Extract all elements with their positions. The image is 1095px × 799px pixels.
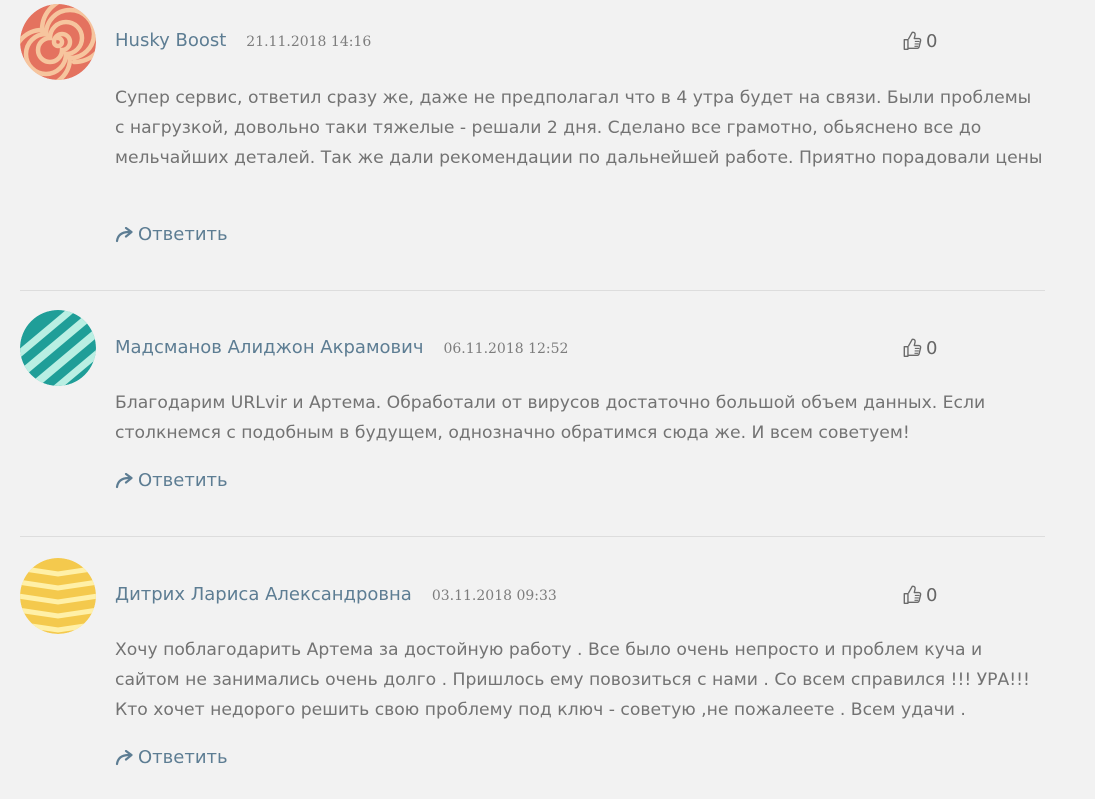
like-count: 0 xyxy=(926,337,938,359)
avatar xyxy=(20,558,96,634)
reply-label: Ответить xyxy=(138,224,228,245)
like-count: 0 xyxy=(926,30,938,52)
like-button[interactable]: 0 xyxy=(902,584,937,606)
thumbs-up-icon xyxy=(903,585,922,604)
comment-text: Благодарим URLvir и Артема. Обработали о… xyxy=(115,393,986,443)
avatar xyxy=(20,4,96,80)
comment-text: Супер сервис, ответил сразу же, даже не … xyxy=(115,88,1043,168)
like-count: 0 xyxy=(926,584,938,606)
avatar-zigzag-icon xyxy=(20,558,96,634)
author-name[interactable]: Мадсманов Алиджон Акрамович xyxy=(115,337,423,358)
reply-arrow-icon xyxy=(115,749,133,765)
thumbs-up-icon xyxy=(903,338,922,357)
avatar-spiral-icon xyxy=(20,4,96,80)
comment-date: 06.11.2018 12:52 xyxy=(443,341,569,357)
comment-list: Husky Boost 21.11.2018 14:16 0 Супер сер… xyxy=(20,0,1045,799)
reply-arrow-icon xyxy=(115,226,133,242)
comment-header: Дитрих Лариса Александровна 03.11.2018 0… xyxy=(115,584,1045,608)
reply-link[interactable]: Ответить xyxy=(115,470,228,491)
reply-label: Ответить xyxy=(138,747,228,768)
avatar-stripes-icon xyxy=(20,310,96,386)
comment: Дитрих Лариса Александровна 03.11.2018 0… xyxy=(20,536,1045,799)
comment-date: 21.11.2018 14:16 xyxy=(246,34,372,50)
author-name[interactable]: Husky Boost xyxy=(115,30,226,51)
reply-label: Ответить xyxy=(138,470,228,491)
like-button[interactable]: 0 xyxy=(902,30,937,52)
reply-link[interactable]: Ответить xyxy=(115,747,228,768)
comment: Husky Boost 21.11.2018 14:16 0 Супер сер… xyxy=(20,0,1045,290)
thumbs-up-icon xyxy=(903,31,922,50)
comment-date: 03.11.2018 09:33 xyxy=(431,588,557,604)
avatar xyxy=(20,310,96,386)
like-button[interactable]: 0 xyxy=(902,337,937,359)
reply-arrow-icon xyxy=(115,472,133,488)
reply-link[interactable]: Ответить xyxy=(115,224,228,245)
comment-text: Хочу поблагодарить Артема за достойную р… xyxy=(115,640,1030,720)
author-name[interactable]: Дитрих Лариса Александровна xyxy=(115,584,412,605)
comment-header: Husky Boost 21.11.2018 14:16 0 xyxy=(115,30,1045,54)
comment: Мадсманов Алиджон Акрамович 06.11.2018 1… xyxy=(20,290,1045,536)
comment-header: Мадсманов Алиджон Акрамович 06.11.2018 1… xyxy=(115,337,1045,361)
